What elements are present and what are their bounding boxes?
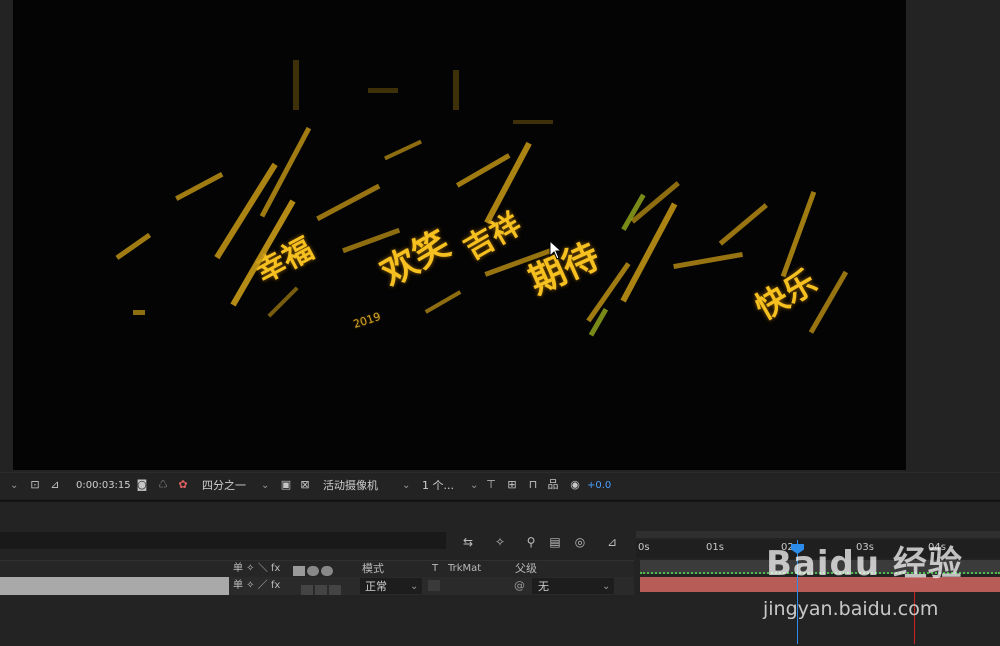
composition-canvas[interactable]: 幸福 欢笑 吉祥 期待 快乐 2019 bbox=[13, 0, 906, 470]
layer-parent-chevron-icon: ⌄ bbox=[602, 581, 611, 592]
canvas-particle-words bbox=[115, 60, 849, 337]
resolution-chevron-icon[interactable]: ⌄ bbox=[261, 478, 269, 494]
frame-blending-icon[interactable]: ▤ bbox=[547, 535, 563, 549]
timeline-search-input[interactable] bbox=[0, 532, 446, 549]
toggle-pixel-aspect-icon[interactable]: ⊤ bbox=[484, 478, 498, 492]
layer-columns-header: 单 ✧ ＼ fx 模式 T TrkMat 父级 bbox=[0, 560, 634, 578]
color-channels-icon[interactable]: ✿ bbox=[176, 478, 190, 492]
reset-exposure-icon[interactable]: ◉ bbox=[568, 478, 582, 492]
current-time-display[interactable]: 0:00:03:15 bbox=[76, 478, 131, 494]
motion-blur-icon[interactable]: ◎ bbox=[572, 535, 588, 549]
graph-editor-icon[interactable]: ⊿ bbox=[604, 535, 620, 549]
camera-view-dropdown[interactable]: 活动摄像机 bbox=[323, 478, 378, 494]
region-of-interest-icon[interactable]: ⊡ bbox=[28, 478, 42, 492]
trkmat-column-header: TrkMat bbox=[448, 563, 482, 574]
flowchart-icon[interactable]: 品 bbox=[546, 478, 560, 492]
ruler-label-01s: 01s bbox=[706, 542, 724, 553]
mouse-cursor-icon bbox=[549, 240, 563, 260]
switch-icons-header bbox=[292, 563, 346, 576]
ruler-label-0s: 0s bbox=[638, 542, 650, 553]
composition-flowchart-icon[interactable]: ⇆ bbox=[460, 535, 476, 549]
resolution-dropdown[interactable]: 四分之一 bbox=[202, 478, 246, 494]
snapshot-camera-icon[interactable]: ◙ bbox=[135, 478, 149, 492]
grid-guides-icon[interactable]: ⊠ bbox=[298, 478, 312, 492]
baidu-watermark-url: jingyan.baidu.com bbox=[763, 598, 939, 620]
trkmat-box[interactable] bbox=[428, 580, 440, 591]
layer-mode-chevron-icon: ⌄ bbox=[410, 581, 419, 592]
viewer-toolbar: ⌄ ⊡ ⊿ 0:00:03:15 ◙ ♺ ✿ 四分之一 ⌄ ▣ ⊠ 活动摄像机 … bbox=[0, 472, 1000, 499]
baidu-watermark-logo: Baidu 经验 bbox=[766, 544, 963, 584]
layer-parent-dropdown[interactable]: 无 ⌄ bbox=[532, 578, 614, 594]
timeline-empty-area bbox=[0, 595, 634, 644]
layer-mode-dropdown[interactable]: 正常 ⌄ bbox=[360, 578, 422, 594]
render-time-icon[interactable]: ⊞ bbox=[505, 478, 519, 492]
chevron-down-icon[interactable]: ⌄ bbox=[10, 478, 18, 494]
transparency-grid-icon[interactable]: ⊿ bbox=[48, 478, 62, 492]
pickwhip-icon[interactable]: @ bbox=[514, 577, 525, 595]
exposure-value[interactable]: +0.0 bbox=[587, 478, 611, 494]
draft-3d-icon[interactable]: ✧ bbox=[492, 535, 508, 549]
hide-shy-layers-icon[interactable]: ⚲ bbox=[523, 535, 539, 549]
mode-column-header: 模式 bbox=[362, 562, 384, 575]
view-layout-dropdown[interactable]: 1 个... bbox=[422, 478, 454, 494]
layer-mode-value: 正常 bbox=[365, 580, 387, 593]
show-snapshot-icon[interactable]: ♺ bbox=[156, 478, 170, 492]
timeline-icon[interactable]: ⊓ bbox=[526, 478, 540, 492]
parent-column-header: 父级 bbox=[515, 562, 537, 575]
camera-chevron-icon[interactable]: ⌄ bbox=[402, 478, 410, 494]
fast-previews-icon[interactable]: ▣ bbox=[279, 478, 293, 492]
switches-header: 单 ✧ ＼ fx bbox=[233, 563, 281, 574]
t-column-header: T bbox=[432, 563, 439, 574]
view-layout-chevron-icon[interactable]: ⌄ bbox=[470, 478, 478, 494]
layer-name-cell-selected[interactable] bbox=[0, 577, 229, 595]
layer-switches[interactable]: 单 ✧ ／ fx bbox=[233, 577, 280, 595]
layer-parent-value: 无 bbox=[538, 580, 549, 593]
